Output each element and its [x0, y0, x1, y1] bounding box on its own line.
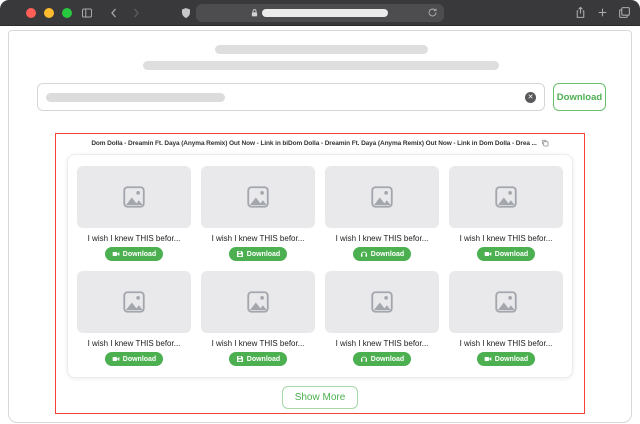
headphones-icon	[360, 250, 368, 258]
image-icon	[245, 289, 271, 315]
image-placeholder	[77, 166, 191, 228]
image-icon	[369, 289, 395, 315]
image-icon	[493, 289, 519, 315]
show-more-button[interactable]: Show More	[282, 386, 359, 409]
refresh-icon[interactable]	[427, 7, 438, 18]
card-download-button[interactable]: Download	[477, 352, 535, 366]
sidebar-icon[interactable]	[80, 6, 94, 20]
address-bar[interactable]	[196, 4, 444, 22]
image-placeholder	[449, 271, 563, 333]
card-download-button[interactable]: Download	[353, 352, 411, 366]
video-icon	[484, 250, 492, 258]
card-download-button[interactable]: Download	[477, 247, 535, 261]
results-grid: I wish I knew THIS befor... Download	[77, 166, 563, 368]
result-card-item: I wish I knew THIS befor... Download	[449, 271, 563, 368]
browser-toolbar	[0, 0, 640, 26]
video-icon	[112, 355, 120, 363]
card-download-button[interactable]: Download	[353, 247, 411, 261]
card-title: I wish I knew THIS befor...	[449, 234, 563, 243]
headphones-icon	[360, 355, 368, 363]
result-card-item: I wish I knew THIS befor... Download	[77, 166, 191, 263]
download-button[interactable]: Download	[553, 83, 606, 111]
results-section: Dom Dolla - Dreamin Ft. Daya (Anyma Remi…	[55, 133, 585, 414]
card-download-button[interactable]: Download	[105, 247, 163, 261]
result-card-item: I wish I knew THIS befor... Download	[201, 271, 315, 368]
result-title-text: Dom Dolla - Dreamin Ft. Daya (Anyma Remi…	[91, 140, 536, 147]
plus-icon[interactable]	[596, 6, 609, 19]
lock-icon	[250, 8, 259, 18]
image-icon	[121, 289, 147, 315]
image-icon	[369, 184, 395, 210]
clear-icon[interactable]: ✕	[525, 92, 536, 103]
image-placeholder	[325, 166, 439, 228]
card-title: I wish I knew THIS befor...	[325, 234, 439, 243]
card-title: I wish I knew THIS befor...	[77, 234, 191, 243]
image-icon	[493, 184, 519, 210]
results-card: I wish I knew THIS befor... Download	[67, 154, 573, 378]
image-icon	[121, 184, 147, 210]
result-card-item: I wish I knew THIS befor... Download	[325, 271, 439, 368]
zoom-window-button[interactable]	[62, 8, 72, 18]
tabs-icon[interactable]	[618, 6, 631, 19]
image-icon	[245, 184, 271, 210]
card-download-label: Download	[123, 251, 156, 258]
traffic-lights	[26, 8, 72, 18]
subheading-skeleton	[143, 61, 499, 70]
card-download-label: Download	[495, 251, 528, 258]
card-download-button[interactable]: Download	[105, 352, 163, 366]
card-title: I wish I knew THIS befor...	[325, 339, 439, 348]
card-title: I wish I knew THIS befor...	[449, 339, 563, 348]
image-placeholder	[201, 271, 315, 333]
search-input[interactable]: ✕	[37, 83, 545, 111]
card-download-label: Download	[123, 356, 156, 363]
image-placeholder	[325, 271, 439, 333]
card-title: I wish I knew THIS befor...	[77, 339, 191, 348]
result-card-item: I wish I knew THIS befor... Download	[449, 166, 563, 263]
card-download-button[interactable]: Download	[229, 247, 287, 261]
card-title: I wish I knew THIS befor...	[201, 234, 315, 243]
image-placeholder	[449, 166, 563, 228]
search-text-skeleton	[46, 93, 225, 102]
chevron-right-icon[interactable]	[129, 6, 143, 20]
card-download-label: Download	[247, 356, 280, 363]
result-card-item: I wish I knew THIS befor... Download	[77, 271, 191, 368]
heading-skeleton	[215, 45, 428, 54]
result-card-item: I wish I knew THIS befor... Download	[201, 166, 315, 263]
close-window-button[interactable]	[26, 8, 36, 18]
copy-icon[interactable]	[541, 139, 549, 147]
card-download-button[interactable]: Download	[229, 352, 287, 366]
result-card-item: I wish I knew THIS befor... Download	[325, 166, 439, 263]
card-download-label: Download	[495, 356, 528, 363]
video-icon	[484, 355, 492, 363]
shield-icon[interactable]	[179, 6, 193, 20]
video-icon	[112, 250, 120, 258]
share-icon[interactable]	[574, 6, 587, 19]
chevron-left-icon[interactable]	[107, 6, 121, 20]
floppy-icon	[236, 355, 244, 363]
card-download-label: Download	[371, 251, 404, 258]
image-placeholder	[201, 166, 315, 228]
minimize-window-button[interactable]	[44, 8, 54, 18]
card-download-label: Download	[247, 251, 280, 258]
floppy-icon	[236, 250, 244, 258]
card-title: I wish I knew THIS befor...	[201, 339, 315, 348]
card-download-label: Download	[371, 356, 404, 363]
image-placeholder	[77, 271, 191, 333]
url-text-placeholder	[262, 9, 388, 17]
result-title: Dom Dolla - Dreamin Ft. Daya (Anyma Remi…	[56, 139, 584, 147]
web-page: ✕ Download Dom Dolla - Dreamin Ft. Daya …	[8, 30, 632, 423]
